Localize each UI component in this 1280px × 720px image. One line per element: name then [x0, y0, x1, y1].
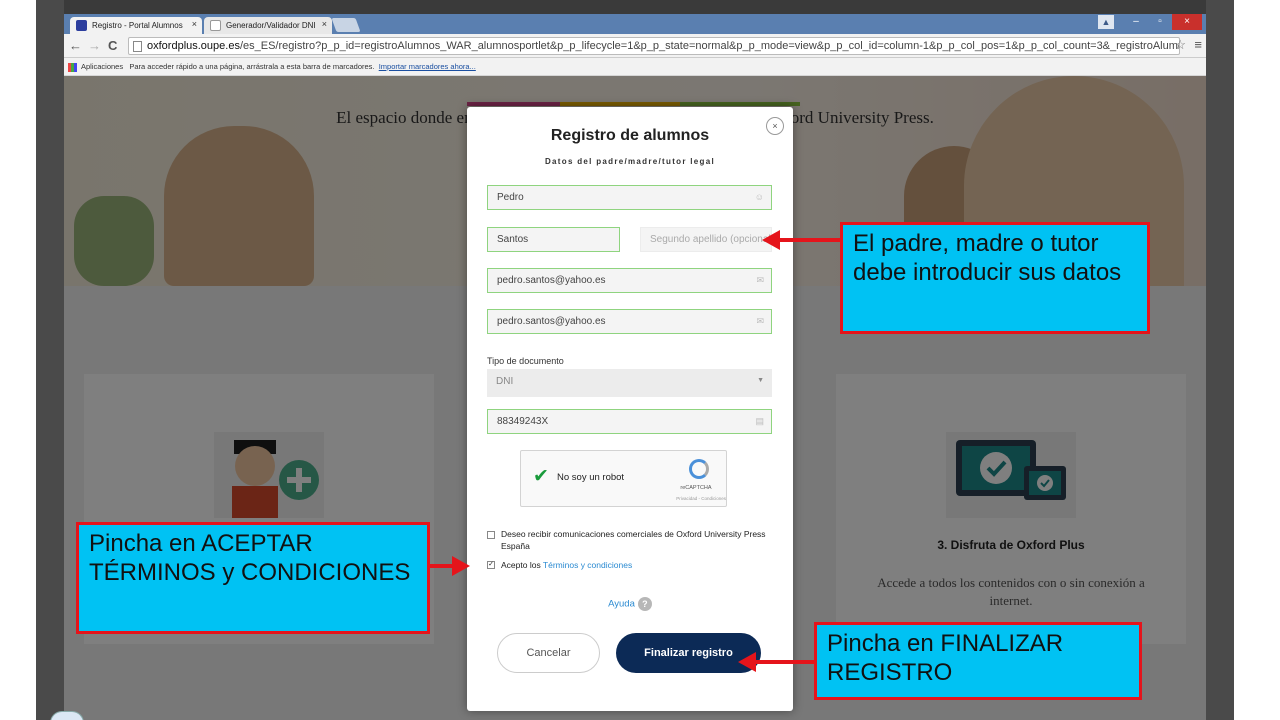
tab-label: Generador/Validador DNI [226, 21, 316, 30]
registration-modal: × Registro de alumnos Datos del padre/ma… [467, 107, 793, 711]
email-value: pedro.santos@yahoo.es [497, 275, 606, 286]
recaptcha-widget[interactable]: ✔ No soy un robot reCAPTCHA Privacidad -… [520, 450, 727, 507]
arrow-to-terms-icon [452, 556, 470, 576]
recaptcha-logo-icon [689, 459, 709, 479]
first-name-value: Pedro [497, 192, 524, 203]
envelope-icon: ✉ [756, 316, 764, 326]
windows-start-icon[interactable] [50, 711, 84, 720]
maximize-button[interactable]: ▫ [1148, 14, 1172, 30]
callout-parent-data: El padre, madre o tutor debe introducir … [840, 222, 1150, 334]
callout-accept-terms: Pincha en ACEPTAR TÉRMINOS y CONDICIONES [76, 522, 430, 634]
document-favicon-icon [210, 20, 221, 31]
modal-subtitle: Datos del padre/madre/tutor legal [544, 157, 716, 166]
new-tab-button[interactable] [331, 18, 361, 32]
id-card-icon: ▤ [755, 416, 764, 426]
terms-link[interactable]: Términos y condiciones [543, 560, 632, 570]
doc-type-label: Tipo de documento [487, 356, 564, 366]
tab-generador[interactable]: Generador/Validador DNI × [204, 17, 332, 34]
terms-checkbox[interactable]: ✓ [487, 561, 495, 569]
oup-favicon-icon [76, 20, 87, 31]
user-icon: ☺ [754, 192, 764, 202]
last-name-value: Santos [497, 234, 529, 245]
arrow-to-finish-line [754, 660, 814, 664]
first-name-field[interactable]: Pedro ☺ [487, 185, 772, 210]
help-link[interactable]: Ayuda? [467, 597, 793, 611]
recaptcha-brand: reCAPTCHA [680, 485, 712, 491]
chrome-menu-icon[interactable]: ≡ [1194, 37, 1202, 52]
envelope-icon: ✉ [756, 275, 764, 285]
browser-toolbar: ← → C oxfordplus.oupe.es/es_ES/registro?… [64, 34, 1206, 58]
terms-prefix: Acepto los [501, 560, 543, 570]
minimize-button[interactable]: – [1124, 14, 1148, 30]
arrow-to-terms-line [430, 564, 454, 568]
bookmarks-hint: Para acceder rápido a una página, arrást… [129, 62, 375, 71]
apps-link[interactable]: Aplicaciones [81, 62, 123, 71]
callout-finish-registration: Pincha en FINALIZAR REGISTRO [814, 622, 1142, 700]
user-profile-icon[interactable]: ▲ [1098, 15, 1114, 29]
email-field[interactable]: pedro.santos@yahoo.es ✉ [487, 268, 772, 293]
chevron-down-icon: ▼ [757, 377, 764, 384]
tab-label: Registro - Portal Alumnos [92, 21, 183, 30]
email-confirm-field[interactable]: pedro.santos@yahoo.es ✉ [487, 309, 772, 334]
monitor-bezel-left [36, 0, 64, 720]
monitor-bezel-right [1206, 0, 1234, 720]
tab-close-icon[interactable]: × [322, 19, 327, 29]
apps-grid-icon[interactable] [68, 62, 77, 72]
recaptcha-terms[interactable]: Privacidad - Condiciones [651, 496, 726, 501]
url-path: /es_ES/registro?p_p_id=registroAlumnos_W… [239, 40, 1180, 52]
marketing-checkbox[interactable] [487, 531, 495, 539]
modal-title: Registro de alumnos [550, 127, 710, 144]
slide: Registro - Portal Alumnos × Generador/Va… [0, 0, 1280, 720]
forward-arrow-icon[interactable]: → [88, 38, 101, 53]
tab-registro[interactable]: Registro - Portal Alumnos × [70, 17, 202, 34]
bookmark-star-icon[interactable]: ☆ [1174, 37, 1186, 53]
email-confirm-value: pedro.santos@yahoo.es [497, 316, 606, 327]
second-last-name-field[interactable]: Segundo apellido (opcional) [640, 227, 772, 252]
doc-number-field[interactable]: 88349243X ▤ [487, 409, 772, 434]
help-label: Ayuda [608, 598, 635, 610]
recaptcha-label: No soy un robot [557, 472, 625, 483]
second-last-name-placeholder: Segundo apellido (opcional) [650, 234, 772, 245]
tab-bar: Registro - Portal Alumnos × Generador/Va… [64, 14, 1206, 34]
terms-label: Acepto los Términos y condiciones [501, 559, 632, 571]
back-arrow-icon[interactable]: ← [69, 38, 82, 53]
bookmarks-bar: Aplicaciones Para acceder rápido a una p… [64, 58, 1206, 76]
import-bookmarks-link[interactable]: Importar marcadores ahora... [379, 62, 476, 71]
checkmark-icon[interactable]: ✔ [533, 465, 549, 488]
doc-number-value: 88349243X [497, 416, 549, 427]
monitor-bezel-top [36, 0, 1234, 14]
url-host: oxfordplus.oupe.es [147, 40, 240, 52]
tab-close-icon[interactable]: × [192, 19, 197, 29]
page-icon [133, 41, 142, 52]
marketing-label: Deseo recibir comunicaciones comerciales… [501, 529, 766, 551]
last-name-field[interactable]: Santos [487, 227, 620, 252]
address-bar[interactable]: oxfordplus.oupe.es/es_ES/registro?p_p_id… [128, 37, 1180, 55]
reload-icon[interactable]: C [108, 38, 117, 53]
doc-type-select[interactable]: DNI ▼ [487, 369, 772, 397]
arrow-to-form-line [778, 238, 840, 242]
doc-type-value: DNI [496, 376, 514, 387]
cancel-button[interactable]: Cancelar [497, 633, 600, 673]
close-window-button[interactable]: × [1172, 14, 1202, 30]
question-icon: ? [637, 597, 652, 611]
window-controls: ▲ – ▫ × [1098, 14, 1202, 32]
